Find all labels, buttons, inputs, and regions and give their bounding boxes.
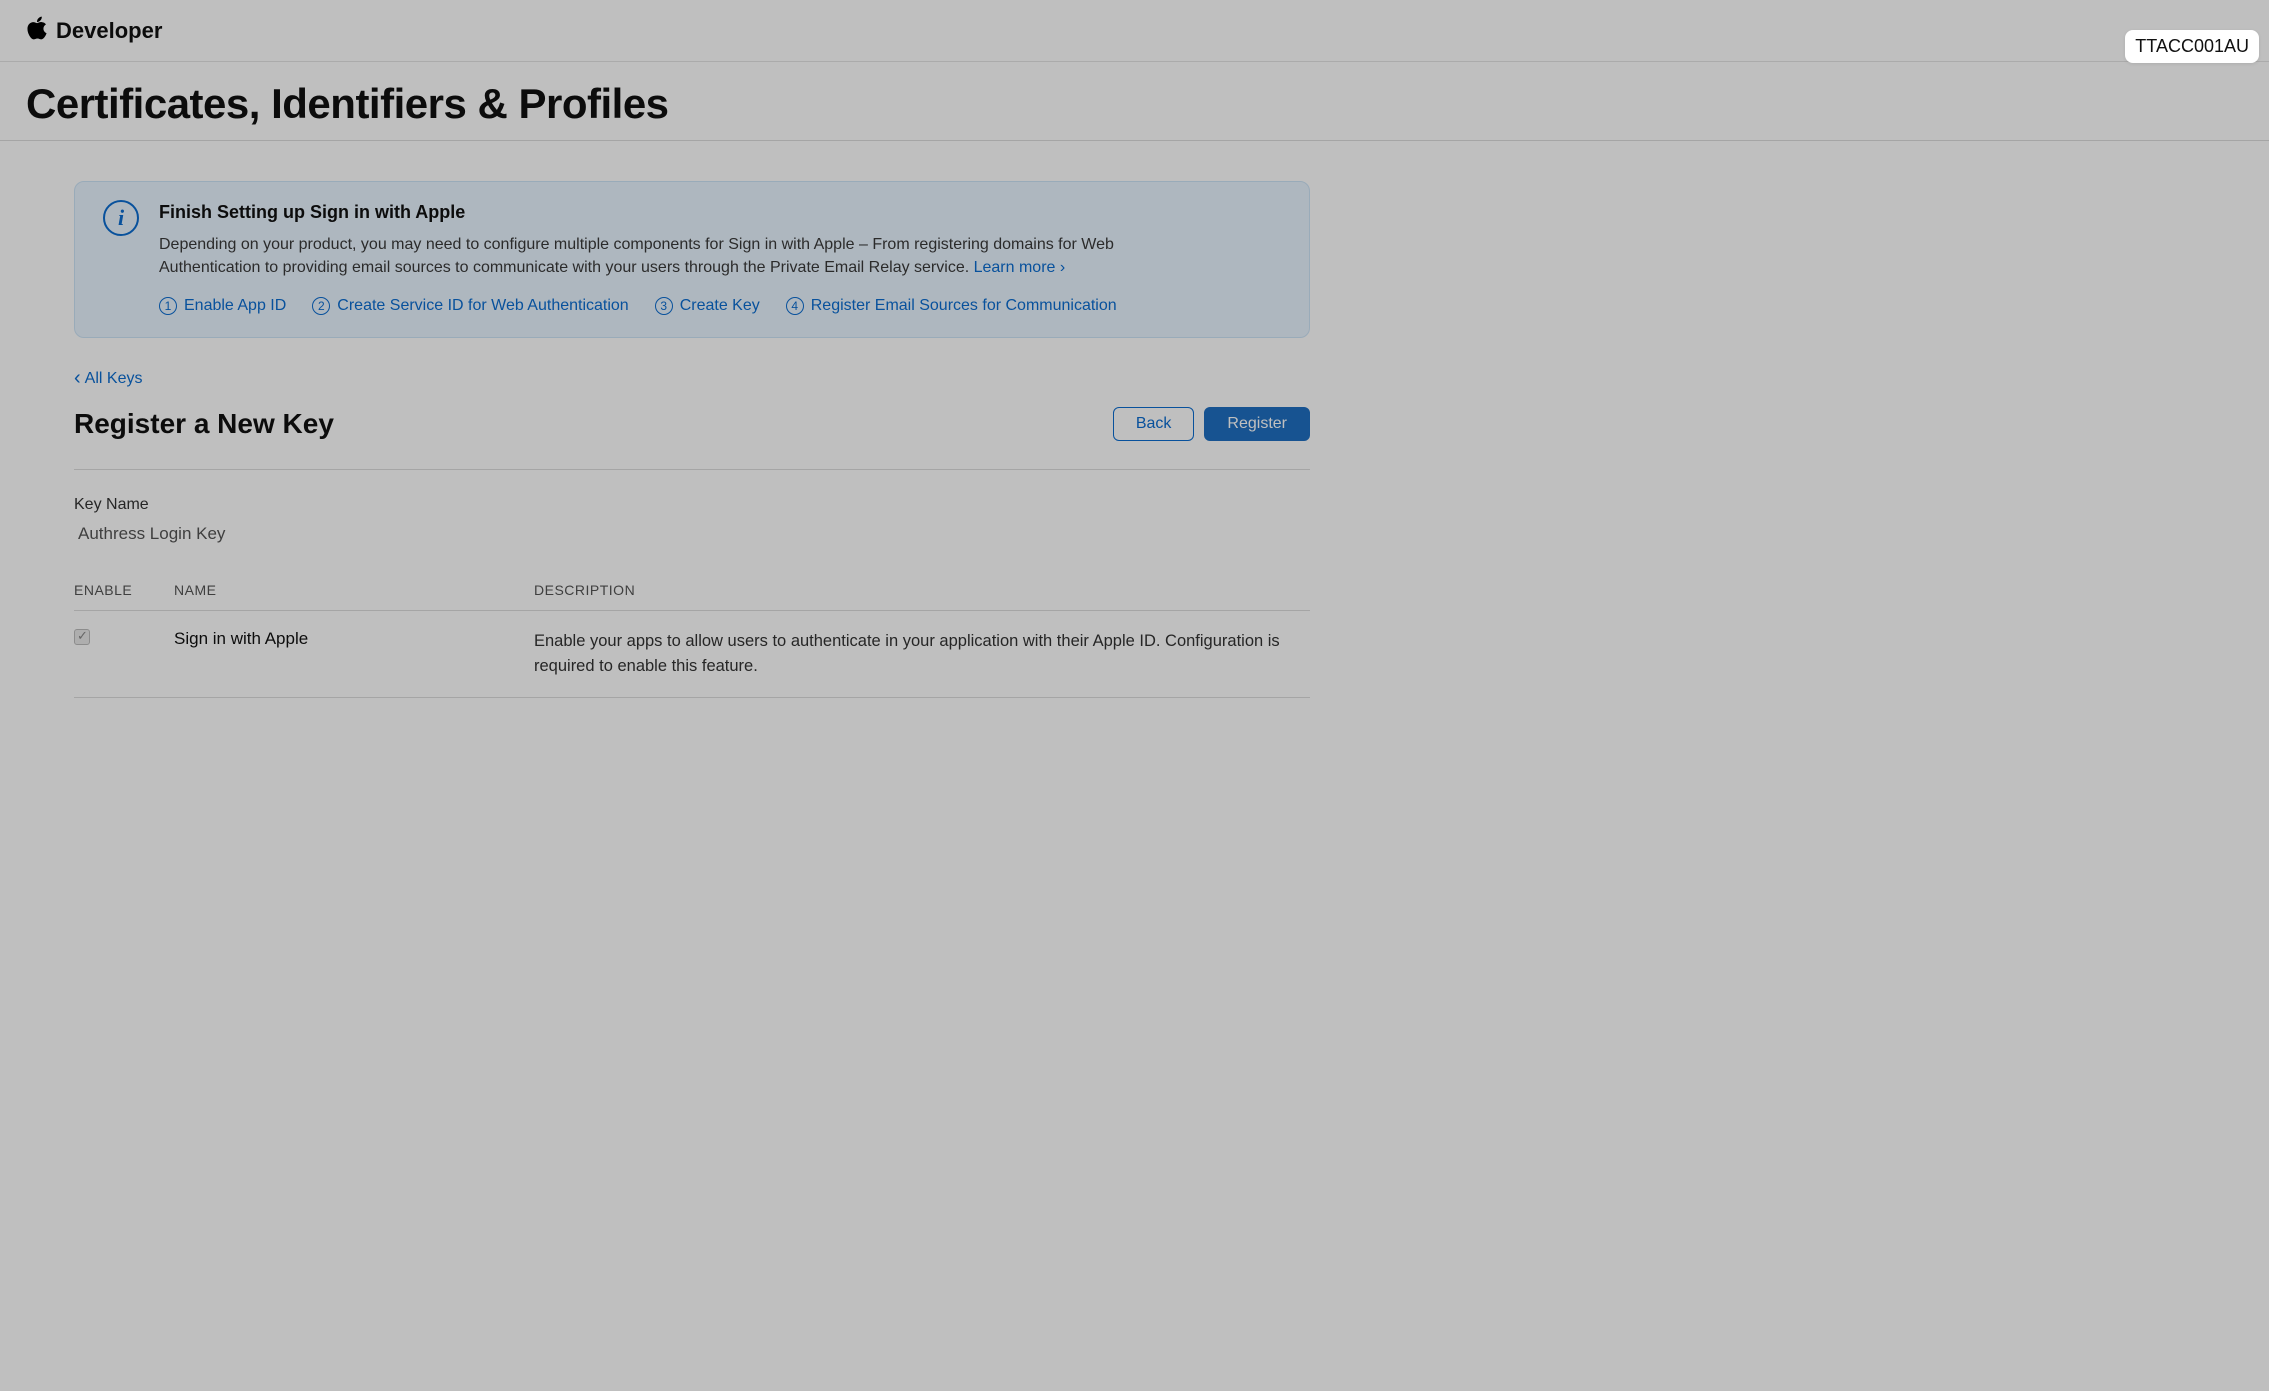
key-name-label: Key Name	[74, 496, 1310, 514]
form-area: Key Name Authress Login Key	[74, 496, 1310, 544]
info-icon: i	[103, 200, 139, 236]
section-header-row: Register a New Key Back Register	[74, 407, 1310, 470]
service-description: Enable your apps to allow users to authe…	[534, 629, 1310, 679]
brand-label: Developer	[56, 18, 162, 44]
table-head: ENABLE NAME DESCRIPTION	[74, 582, 1310, 611]
apple-logo-icon	[26, 15, 48, 46]
enable-checkbox[interactable]	[74, 629, 90, 645]
step-label: Enable App ID	[184, 297, 286, 315]
register-button[interactable]: Register	[1204, 407, 1310, 441]
table-row: Sign in with Apple Enable your apps to a…	[74, 611, 1310, 698]
section-title: Register a New Key	[74, 408, 334, 440]
step-label: Create Service ID for Web Authentication	[337, 297, 628, 315]
service-name: Sign in with Apple	[174, 629, 534, 649]
step-number-icon: 3	[655, 297, 673, 315]
step-label: Register Email Sources for Communication	[811, 297, 1117, 315]
chevron-left-icon	[74, 368, 81, 389]
account-id-badge: TTACC001AU	[2125, 30, 2259, 63]
step-register-email-sources[interactable]: 4 Register Email Sources for Communicati…	[786, 297, 1117, 315]
col-enable: ENABLE	[74, 582, 174, 598]
brand[interactable]: Developer	[26, 15, 162, 46]
services-table: ENABLE NAME DESCRIPTION Sign in with App…	[74, 582, 1310, 698]
info-banner-desc: Depending on your product, you may need …	[159, 233, 1139, 279]
page-title-bar: Certificates, Identifiers & Profiles	[0, 62, 2269, 141]
main-content: i Finish Setting up Sign in with Apple D…	[0, 141, 1360, 738]
step-enable-app-id[interactable]: 1 Enable App ID	[159, 297, 286, 315]
all-keys-link[interactable]: All Keys	[74, 368, 142, 389]
back-link-label: All Keys	[85, 370, 143, 388]
step-number-icon: 2	[312, 297, 330, 315]
info-banner-title: Finish Setting up Sign in with Apple	[159, 202, 1281, 223]
back-button[interactable]: Back	[1113, 407, 1195, 441]
step-number-icon: 4	[786, 297, 804, 315]
learn-more-link[interactable]: Learn more ›	[974, 259, 1066, 276]
key-name-value: Authress Login Key	[74, 524, 1310, 544]
step-create-key[interactable]: 3 Create Key	[655, 297, 760, 315]
top-bar: Developer ⌄	[0, 0, 2269, 62]
info-banner: i Finish Setting up Sign in with Apple D…	[74, 181, 1310, 338]
col-name: NAME	[174, 582, 534, 598]
info-steps: 1 Enable App ID 2 Create Service ID for …	[159, 297, 1281, 315]
step-label: Create Key	[680, 297, 760, 315]
col-description: DESCRIPTION	[534, 582, 1310, 598]
step-create-service-id[interactable]: 2 Create Service ID for Web Authenticati…	[312, 297, 628, 315]
page-title: Certificates, Identifiers & Profiles	[26, 80, 2243, 128]
step-number-icon: 1	[159, 297, 177, 315]
